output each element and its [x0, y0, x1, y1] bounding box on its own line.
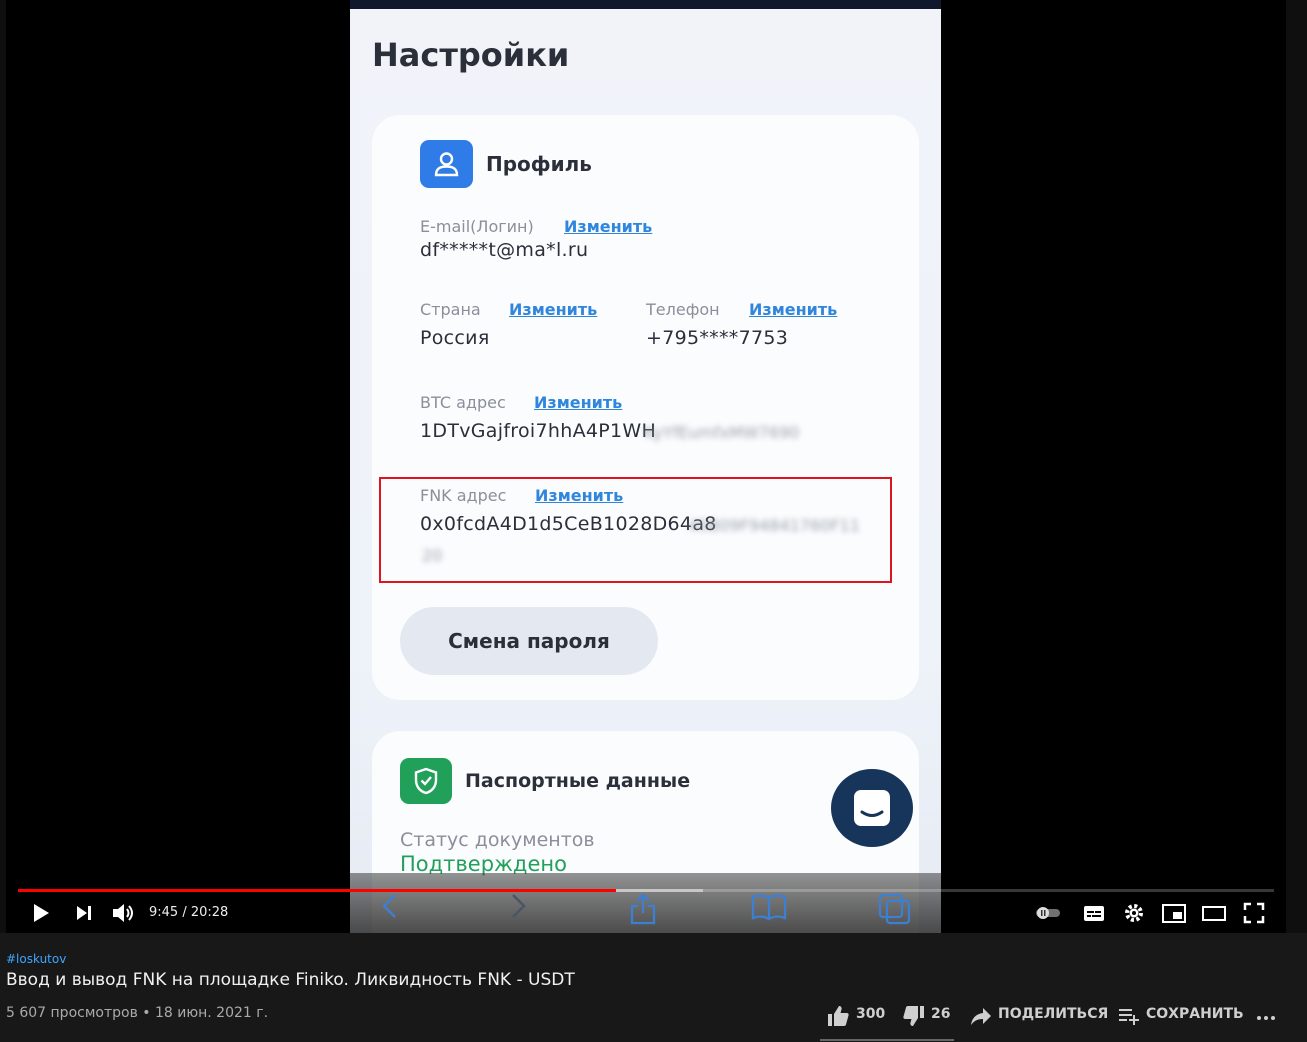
like-ratio-bar: [820, 1039, 954, 1041]
email-value: df*****t@ma*l.ru: [420, 239, 589, 261]
email-label: E-mail(Логин): [420, 217, 534, 236]
browser-toolbar: [350, 873, 941, 933]
document-status-label: Статус документов: [400, 829, 595, 851]
phone-change-link[interactable]: Изменить: [749, 300, 837, 319]
country-change-link[interactable]: Изменить: [509, 300, 597, 319]
bookmarks-icon[interactable]: [751, 893, 787, 921]
theater-mode-icon[interactable]: [1200, 900, 1228, 926]
back-icon[interactable]: [380, 893, 400, 919]
more-options-icon[interactable]: [1255, 1004, 1279, 1028]
share-button[interactable]: ПОДЕЛИТЬСЯ: [998, 1006, 1108, 1022]
btc-blurred-value: KyYfEumfxMW7690: [644, 423, 800, 442]
btc-label: BTC адрес: [420, 393, 506, 412]
share-icon[interactable]: [629, 893, 657, 925]
autoplay-toggle-icon[interactable]: [1033, 900, 1063, 926]
play-icon[interactable]: [30, 900, 52, 926]
video-meta: 5 607 просмотров • 18 июн. 2021 г.: [6, 1005, 269, 1021]
passport-title: Паспортные данные: [465, 770, 691, 792]
btc-value: 1DTvGajfroi7hhA4P1WH: [420, 420, 657, 442]
progress-played: [18, 889, 616, 892]
btc-change-link[interactable]: Изменить: [534, 393, 622, 412]
dislike-count[interactable]: 26: [931, 1006, 950, 1022]
share-arrow-icon[interactable]: [969, 1004, 993, 1028]
phone-status-bar: [350, 0, 941, 9]
change-password-button[interactable]: Смена пароля: [400, 607, 658, 675]
phone-value: +795****7753: [646, 327, 789, 349]
phone-label: Телефон: [646, 300, 720, 319]
user-icon: [420, 140, 473, 188]
progress-bar[interactable]: [18, 889, 1274, 892]
country-value: Россия: [420, 327, 490, 349]
video-title: Ввод и вывод FNK на площадке Finiko. Лик…: [6, 970, 575, 990]
shield-check-icon: [400, 758, 452, 804]
time-display: 9:45 / 20:28: [149, 905, 229, 920]
change-password-label: Смена пароля: [448, 629, 610, 653]
like-icon[interactable]: [826, 1004, 850, 1028]
profile-card: Профиль E-mail(Логин) Изменить df*****t@…: [372, 115, 919, 700]
phone-screen: Настройки Профиль E-mail(Логин) Изменить…: [350, 0, 941, 933]
like-count[interactable]: 300: [856, 1006, 885, 1022]
tabs-icon[interactable]: [878, 893, 912, 925]
volume-icon[interactable]: [110, 900, 136, 926]
settings-gear-icon[interactable]: [1122, 900, 1146, 926]
fullscreen-icon[interactable]: [1242, 900, 1266, 926]
dislike-icon[interactable]: [902, 1004, 926, 1028]
next-icon[interactable]: [73, 900, 95, 926]
fnk-address-highlight-box: [379, 477, 892, 583]
save-playlist-icon[interactable]: [1117, 1004, 1141, 1028]
email-change-link[interactable]: Изменить: [564, 217, 652, 236]
subtitles-icon[interactable]: [1082, 900, 1106, 926]
miniplayer-icon[interactable]: [1160, 900, 1188, 926]
country-label: Страна: [420, 300, 481, 319]
save-button[interactable]: СОХРАНИТЬ: [1146, 1006, 1244, 1022]
chat-button[interactable]: [831, 769, 913, 847]
video-player[interactable]: Настройки Профиль E-mail(Логин) Изменить…: [0, 0, 1307, 933]
youtube-watch-page: Настройки Профиль E-mail(Логин) Изменить…: [0, 0, 1307, 1042]
chat-icon: [854, 790, 890, 826]
forward-icon[interactable]: [508, 893, 528, 919]
settings-title: Настройки: [372, 36, 570, 74]
profile-title: Профиль: [486, 152, 592, 176]
video-hashtag[interactable]: #loskutov: [6, 952, 66, 966]
